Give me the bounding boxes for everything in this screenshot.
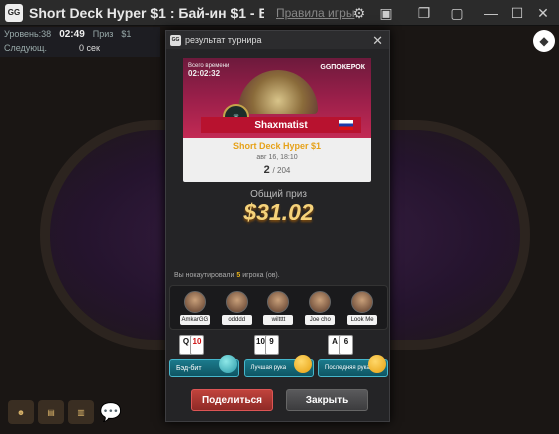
chart-icon[interactable]: ▣ [377, 4, 395, 22]
seconds-left: 0 сек [78, 43, 100, 53]
emoji-icon[interactable]: ☻ [8, 400, 34, 424]
knockout-summary: Вы нокаутировали 5 игрока (ов). [174, 272, 280, 279]
tournament-date: авг 16, 18:10 [256, 154, 298, 161]
prize-value: $1 [121, 29, 132, 39]
player-name: Joe cho [305, 314, 336, 325]
achievement-bad-beat[interactable]: Q 10 Бэд-бит [169, 335, 239, 381]
stats-icon[interactable]: ▥ [68, 400, 94, 424]
maximize-icon[interactable]: ☐ [508, 4, 526, 22]
achievements-row: Q 10 Бэд-бит 10 9 Лучшая рука A 6 Послед… [169, 335, 388, 383]
hole-cards: A 6 [328, 335, 353, 355]
player-name: Look Me [347, 314, 378, 325]
emoji-icon [293, 355, 312, 373]
bottom-toolbar: ☻ ▤ ▥ 💬 [8, 400, 124, 424]
brand-logo: GGПОКЕРОК [320, 64, 365, 71]
knocked-players-list: AmkarGG odddd wiltttt Joe cho Look Me [169, 285, 388, 330]
player-avatar [309, 290, 332, 313]
knocked-player: AmkarGG [179, 290, 210, 325]
next-label: Следующ. [4, 43, 47, 53]
player-name: odddd [221, 314, 252, 325]
winner-ribbon: Shaxmatist [201, 117, 361, 133]
hole-cards: 10 9 [253, 335, 279, 355]
emoji-icon [368, 355, 386, 373]
window-title: Short Deck Hyper $1 : Бай-ин $1 - Бла... [29, 4, 264, 21]
achievement-last-hand[interactable]: A 6 Последняя рука [318, 335, 388, 381]
player-name: wiltttt [263, 314, 294, 325]
finish-place: 2 / 204 [183, 164, 371, 176]
card: 6 [339, 335, 353, 355]
rules-link[interactable]: Правила игры [276, 6, 354, 20]
knockout-count: 5 [236, 272, 241, 279]
player-avatar [225, 290, 248, 313]
place-total: / 204 [272, 166, 291, 175]
gear-icon[interactable]: ⚙ [350, 4, 368, 22]
total-time: Всего времени 02:02:32 [188, 62, 229, 78]
result-ticket: Всего времени 02:02:32 GGПОКЕРОК ♛ Shaxm… [183, 58, 371, 182]
achievement-best-hand[interactable]: 10 9 Лучшая рука [243, 335, 314, 381]
tournament-result-dialog: GG результат турнира ✕ Всего времени 02:… [165, 30, 390, 422]
player-avatar [351, 290, 374, 313]
close-button[interactable]: Закрыть [286, 389, 368, 411]
close-window-icon[interactable]: ✕ [534, 4, 552, 22]
hand-history-icon[interactable]: ▤ [38, 400, 64, 424]
app-logo: GG [5, 3, 23, 22]
player-avatar [267, 290, 290, 313]
knocked-player: odddd [221, 290, 252, 325]
knocked-player: Look Me [347, 290, 378, 325]
hole-cards: Q 10 [179, 335, 204, 355]
layout-icon[interactable]: ▢ [448, 4, 466, 22]
place-value: 2 [263, 164, 270, 176]
share-button[interactable]: Поделиться [191, 389, 273, 411]
tournament-name: Short Deck Hyper $1 [232, 141, 322, 151]
emoji-icon [219, 355, 237, 373]
card: 9 [264, 335, 279, 355]
total-prize-value: $31.02 [243, 199, 314, 225]
dialog-header: GG результат турнира ✕ [166, 31, 389, 49]
title-bar: GG Short Deck Hyper $1 : Бай-ин $1 - Бла… [0, 0, 559, 26]
chat-icon[interactable]: 💬 [98, 400, 124, 424]
level-label: Уровень:38 [4, 29, 52, 39]
cashback-icon[interactable]: ◆ [533, 30, 555, 52]
knockout-suffix: игрока (ов). [242, 272, 280, 279]
total-time-value: 02:02:32 [188, 69, 221, 78]
russia-flag-icon [339, 120, 353, 130]
close-icon[interactable]: ✕ [372, 33, 383, 49]
prize-label: Приз [92, 29, 114, 39]
ticket-banner: Всего времени 02:02:32 GGПОКЕРОК ♛ Shaxm… [183, 58, 371, 138]
player-name: AmkarGG [179, 314, 210, 325]
tile-windows-icon[interactable]: ❐ [415, 4, 433, 22]
level-timer: 02:49 [59, 28, 85, 40]
chip-pile-image [238, 70, 318, 114]
knockout-prefix: Вы нокаутировали [174, 272, 235, 279]
winner-name: Shaxmatist [254, 119, 308, 131]
player-avatar [183, 290, 206, 313]
tournament-info-panel: Уровень:38 02:49 Приз $1 Следующ. 0 сек [0, 27, 160, 57]
knocked-player: wiltttt [263, 290, 294, 325]
dialog-logo: GG [170, 34, 181, 46]
card: 10 [190, 335, 204, 355]
knocked-player: Joe cho [305, 290, 336, 325]
dialog-title: результат турнира [185, 35, 262, 45]
minimize-icon[interactable]: — [482, 4, 500, 22]
